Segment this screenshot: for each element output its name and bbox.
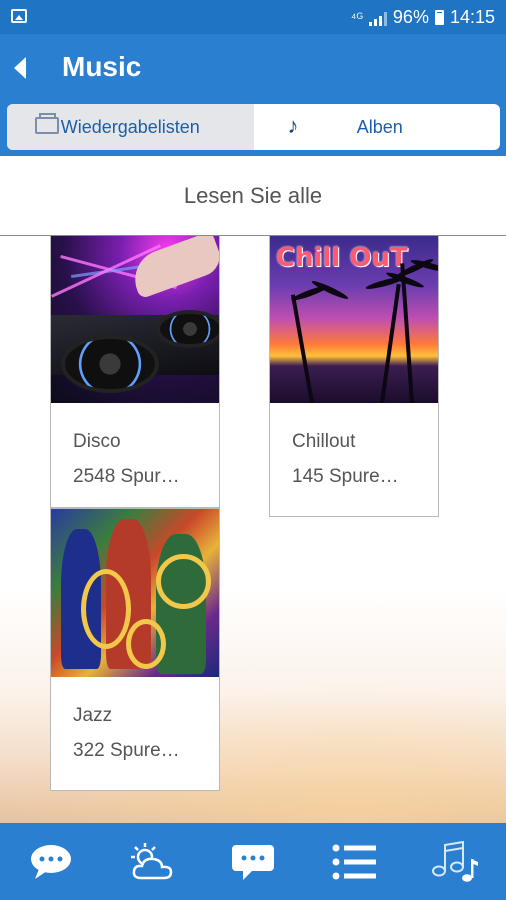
chillout-artwork: Chill OuT <box>270 236 438 403</box>
clock: 14:15 <box>449 7 495 27</box>
message-icon <box>232 844 274 880</box>
battery-icon <box>434 10 444 25</box>
disco-artwork <box>51 236 219 403</box>
playlist-track-count: 2548 Spur… <box>73 466 180 487</box>
playlist-card-chillout[interactable]: Chill OuT Chillout 145 Spure… <box>269 236 439 517</box>
app-bar: Music <box>0 34 506 104</box>
bottom-nav <box>0 823 506 900</box>
playlist-track-count: 322 Spure… <box>73 740 180 761</box>
chat-icon <box>30 844 71 879</box>
jazz-artwork <box>51 509 219 677</box>
music-note-icon: ♪ <box>287 113 299 138</box>
playlist-grid: Disco 2548 Spur… Chill OuT Chillout 145 … <box>0 236 506 823</box>
status-icons: ⁴ᴳ 96% 14:15 <box>351 7 495 28</box>
tab-albums[interactable]: ♪ Alben <box>254 104 501 150</box>
read-all-button[interactable]: Lesen Sie alle <box>0 183 506 209</box>
playlist-card-disco[interactable]: Disco 2548 Spur… <box>50 236 220 508</box>
playlist-icon <box>35 113 59 134</box>
playlist-name: Chillout <box>292 431 356 452</box>
tab-bar: Wiedergabelisten ♪ Alben <box>0 104 506 156</box>
read-all-row: Lesen Sie alle <box>0 156 506 236</box>
list-icon <box>332 844 377 879</box>
playlist-name: Jazz <box>73 705 113 726</box>
status-bar: ⁴ᴳ 96% 14:15 <box>0 0 506 34</box>
music-icon <box>432 840 479 882</box>
segmented-control: Wiedergabelisten ♪ Alben <box>7 104 500 150</box>
nav-music[interactable] <box>405 823 506 900</box>
tab-playlists-label: Wiedergabelisten <box>60 116 200 137</box>
playlist-card-jazz[interactable]: Jazz 322 Spure… <box>50 508 220 791</box>
back-arrow-icon[interactable] <box>8 52 40 84</box>
tab-albums-label: Alben <box>356 116 403 137</box>
weather-icon <box>130 842 173 879</box>
signal-icon <box>368 10 387 26</box>
battery-percent: 96% <box>392 7 429 27</box>
playlist-name: Disco <box>73 431 121 452</box>
nav-chat[interactable] <box>0 823 101 900</box>
tab-playlists[interactable]: Wiedergabelisten <box>7 104 254 150</box>
page-title: Music <box>62 51 142 82</box>
nav-messages[interactable] <box>202 823 303 900</box>
playlist-track-count: 145 Spure… <box>292 466 399 487</box>
gallery-notification-icon <box>11 9 27 23</box>
nav-list[interactable] <box>304 823 405 900</box>
nav-weather[interactable] <box>101 823 202 900</box>
wifi-calling-icon: ⁴ᴳ <box>350 10 363 25</box>
chillout-art-text: Chill OuT <box>276 243 408 273</box>
